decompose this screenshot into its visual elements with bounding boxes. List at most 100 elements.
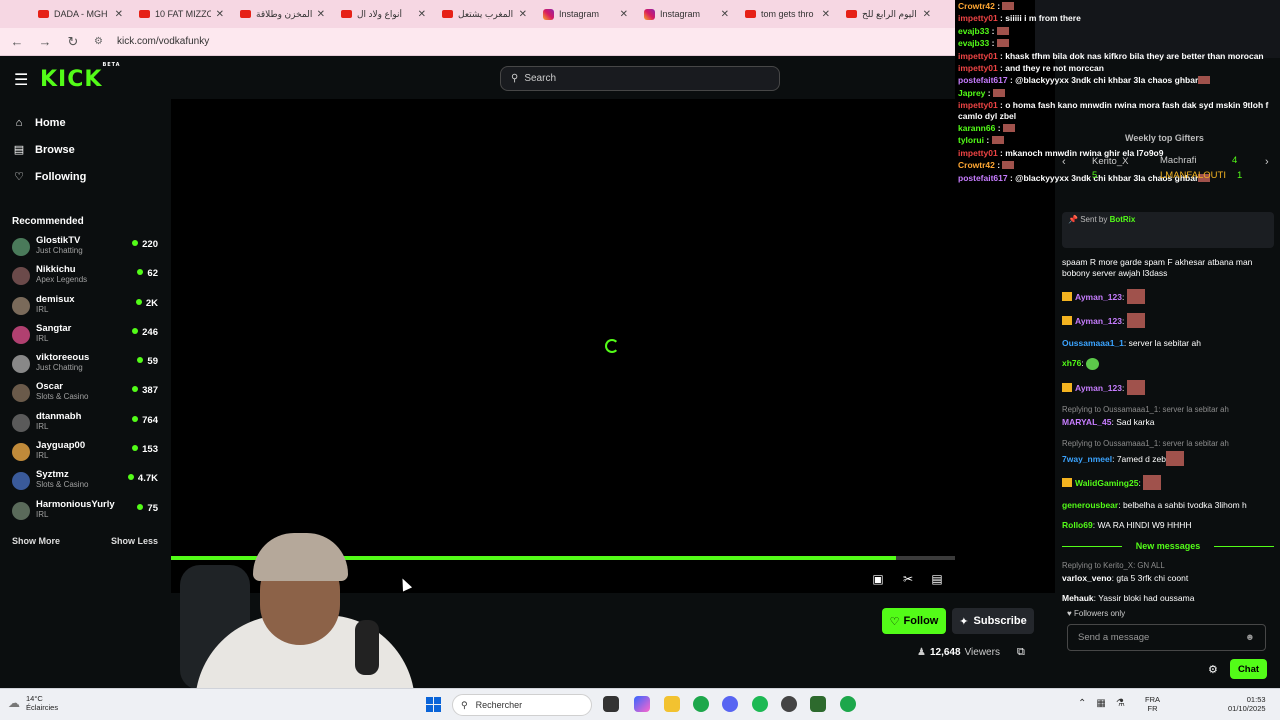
chat-send-button[interactable]: Chat [1230, 659, 1267, 679]
new-messages-divider[interactable]: New messages [1062, 541, 1274, 551]
recommended-channel[interactable]: GlostikTV Just Chatting 220 [0, 233, 170, 262]
pinned-message[interactable]: 📌 Sent by BotRix [1062, 212, 1274, 248]
chat-message: Ayman_123: [1062, 379, 1274, 395]
kick-logo[interactable]: KICKBETA [40, 62, 121, 92]
browser-tab[interactable]: أنواع ولاد ال ✕ [333, 3, 434, 25]
tab-close-icon[interactable]: ✕ [216, 9, 224, 20]
chat-message: WalidGaming25: [1062, 475, 1274, 490]
tab-close-icon[interactable]: ✕ [418, 9, 426, 20]
sidebar-item-following[interactable]: ♡ Following [0, 163, 170, 190]
tab-close-icon[interactable]: ✕ [620, 9, 628, 20]
url-field[interactable]: kick.com/vodkafunky [117, 36, 209, 47]
forward-arrow-icon[interactable]: → [38, 34, 52, 49]
recommended-channel[interactable]: Oscar Slots & Casino 387 [0, 379, 170, 408]
video-progress-bar[interactable] [171, 556, 1055, 560]
site-info-icon[interactable]: ⚙ [94, 36, 103, 47]
avatar [12, 472, 30, 491]
chrome-icon[interactable] [693, 696, 709, 712]
chat-message: Mehauk: Yassir bloki had oussama [1062, 593, 1195, 603]
taskbar-search-label: Rechercher [475, 700, 523, 710]
chat-settings-icon[interactable]: ⚙ [1208, 663, 1218, 676]
browser-tab[interactable]: Instagram ✕ [535, 3, 636, 25]
chat-username: Japrey [958, 87, 986, 98]
recommended-channel[interactable]: dtanmabh IRL 764 [0, 409, 170, 438]
spotify-icon[interactable] [752, 696, 768, 712]
show-less-button[interactable]: Show Less [111, 536, 158, 546]
obs-icon[interactable] [781, 696, 797, 712]
browser-tab[interactable]: 10 FAT MIZZO ✕ [131, 3, 232, 25]
youtube-icon [745, 10, 756, 18]
subscribe-button[interactable]: ✦ Subscribe [952, 608, 1034, 634]
tab-close-icon[interactable]: ✕ [317, 9, 325, 20]
weather-widget[interactable]: ☁ 14°C Éclaircies [8, 694, 58, 712]
chat-message: Rollo69: WA RA HINDI W9 HHHH [1062, 520, 1192, 530]
kick-app-icon[interactable] [810, 696, 826, 712]
cloud-icon: ☁ [8, 696, 20, 710]
tab-close-icon[interactable]: ✕ [721, 9, 729, 20]
file-explorer-icon[interactable] [664, 696, 680, 712]
emoji-icon[interactable]: ☻ [1245, 632, 1255, 643]
task-view-icon[interactable] [603, 696, 619, 712]
instagram-icon [543, 8, 554, 20]
show-more-button[interactable]: Show More [12, 536, 60, 546]
windows-start-icon[interactable] [426, 697, 441, 712]
volume-icon[interactable]: 🔈 [221, 572, 237, 586]
channel-viewers: 153 [132, 444, 158, 455]
tray-app-icon[interactable]: ▦ [1096, 698, 1105, 709]
search-input[interactable]: ⚲ Search [500, 66, 780, 91]
tab-close-icon[interactable]: ✕ [822, 9, 830, 20]
browser-tab[interactable]: tom gets thro ✕ [737, 3, 838, 25]
avatar [12, 238, 30, 256]
prev-arrow-icon[interactable]: ‹ [1062, 156, 1066, 168]
browser-tab[interactable]: المغرب يشتعل ✕ [434, 3, 535, 25]
tab-close-icon[interactable]: ✕ [519, 9, 527, 20]
sidebar-item-browse[interactable]: ▤ Browse [0, 136, 170, 163]
chat-text: siiiii i m from there [1005, 13, 1081, 24]
tray-expand-icon[interactable]: ⌃ [1078, 698, 1086, 709]
back-arrow-icon[interactable]: ← [10, 34, 24, 49]
tab-close-icon[interactable]: ✕ [115, 9, 123, 20]
follow-button[interactable]: ♡ Follow [882, 608, 946, 634]
browser-tab-title: المغرب يشتعل [458, 8, 514, 19]
sidebar-item-label: Browse [35, 143, 75, 156]
recommended-channel[interactable]: Nikkichu Apex Legends 62 [0, 262, 170, 291]
emote-icon [1126, 313, 1145, 328]
copilot-icon[interactable] [634, 696, 650, 712]
tab-close-icon[interactable]: ✕ [923, 9, 931, 20]
overlay-chat-line: impetty01 : khask tfhm bila dok nas kifk… [958, 50, 1264, 61]
browser-tab[interactable]: DADA - MGH ✕ [30, 3, 131, 25]
video-player[interactable]: ❚❚ 🔈 ▣ ✂ ▤ ⛶ ▶ ⚙ [171, 99, 1055, 593]
pause-icon[interactable]: ❚❚ [191, 572, 211, 586]
recommended-channel[interactable]: viktoreeous Just Chatting 59 [0, 350, 170, 379]
reload-icon[interactable]: ↻ [66, 34, 80, 50]
recommended-channel[interactable]: HarmoniousYurly IRL 75 [0, 497, 170, 526]
browser-tab-title: Instagram [660, 9, 701, 19]
sidebar-item-home[interactable]: ⌂ Home [0, 109, 170, 136]
system-clock[interactable]: 01:53 01/10/2025 [1228, 695, 1266, 713]
chrome-icon[interactable] [840, 696, 856, 712]
discord-icon[interactable] [722, 696, 738, 712]
pip-icon[interactable]: ▣ [870, 572, 886, 586]
chat-message-input[interactable]: Send a message ☻ [1067, 624, 1266, 651]
share-icon[interactable]: ⧉ [1017, 646, 1025, 659]
tray-usb-icon[interactable]: ⚗ [1116, 698, 1125, 709]
chat-username: postefait617 [958, 172, 1008, 183]
overlay-chat-line: karann66 : [955, 122, 1280, 134]
browser-tab[interactable]: Instagram ✕ [636, 3, 737, 25]
search-icon: ⚲ [511, 73, 519, 84]
recommended-channel[interactable]: Sangtar IRL 246 [0, 321, 170, 350]
next-arrow-icon[interactable]: › [1265, 156, 1269, 168]
clip-icon[interactable]: ✂ [900, 572, 916, 586]
recommended-channel[interactable]: Syztmz Slots & Casino 4.7K [0, 467, 170, 496]
language-indicator[interactable]: FRA FR [1145, 695, 1160, 713]
hamburger-menu-icon[interactable]: ☰ [14, 70, 28, 90]
taskbar-search[interactable]: ⚲ Rechercher [452, 694, 592, 716]
avatar [12, 267, 30, 286]
recommended-channel[interactable]: demisux IRL 2K [0, 292, 170, 321]
recommended-channel[interactable]: Jayguap00 IRL 153 [0, 438, 170, 467]
browser-tab[interactable]: المخزن وطلاقة ✕ [232, 3, 333, 25]
chat-text: gta 5 3rfk chi coont [1116, 572, 1189, 583]
theater-mode-icon[interactable]: ▤ [929, 572, 945, 586]
gifter-name: LMANFALOUTI [1160, 170, 1226, 181]
browser-tab[interactable]: اليوم الرابع للح ✕ [838, 3, 939, 25]
